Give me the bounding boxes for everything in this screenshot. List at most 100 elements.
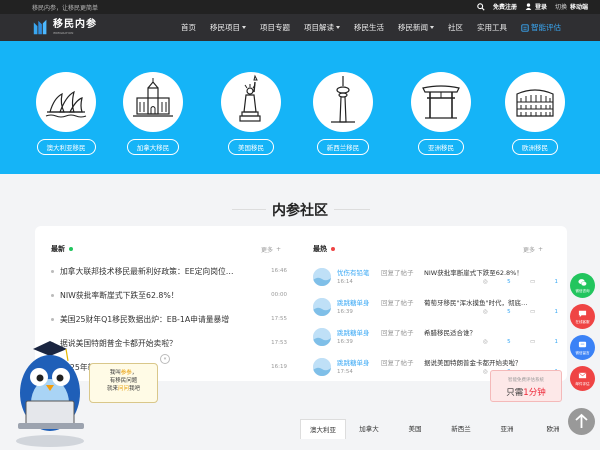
latest-list-item[interactable]: 加拿大联邦技术移民最新利好政策：EE定向岗位… 16:46: [51, 264, 287, 278]
views-icon: ◎: [483, 279, 488, 285]
post-time: 16:19: [271, 364, 287, 370]
category-label: 澳大利亚移民: [36, 139, 96, 155]
wechat-icon: [578, 278, 587, 289]
mascot-speech-bubble[interactable]: 我叫参参， 有移民问题 就来问问我吧: [89, 363, 158, 403]
site-slogan: 移民内参，让移民更简单: [32, 5, 99, 12]
float-button-label: 邮件评估: [575, 382, 590, 386]
chevron-down-icon: [430, 26, 434, 29]
post-stats: ◎ 5 ▭ 1: [483, 339, 558, 345]
avatar[interactable]: [313, 328, 331, 346]
country-tab[interactable]: 新西兰: [438, 419, 484, 439]
floating-contact-bar: 微信咨询在线客服微信留言邮件评估: [570, 273, 595, 391]
nav-item-label: 项目解读: [304, 23, 334, 32]
nav-item-label: 移民新闻: [398, 23, 428, 32]
post-title[interactable]: 据说美国特朗普金卡都开始卖啦？: [424, 357, 552, 367]
user-icon: [525, 3, 532, 10]
latest-header: 最新: [51, 244, 73, 254]
post-time: 16:39: [337, 309, 353, 315]
nav-item[interactable]: 移民新闻: [398, 22, 434, 33]
nav-item[interactable]: 移民生活: [354, 22, 384, 33]
country-tab[interactable]: 澳大利亚: [300, 419, 346, 439]
chat-icon: [578, 309, 587, 320]
post-time: 17:54: [337, 369, 353, 375]
nav-item[interactable]: 项目解读: [304, 22, 340, 33]
category-canada[interactable]: 加拿大移民: [120, 72, 186, 155]
hot-title: 最热: [313, 245, 327, 253]
category-new-zealand[interactable]: 新西兰移民: [310, 72, 376, 155]
float-button[interactable]: 微信咨询: [570, 273, 595, 298]
owl-mascot-icon: [16, 341, 84, 447]
float-button[interactable]: 在线客服: [570, 304, 595, 329]
statue-of-liberty-icon: [239, 74, 261, 122]
avatar[interactable]: [313, 358, 331, 376]
latest-list-item[interactable]: NIW获批率断崖式下跌至62.8%！ 00:00: [51, 288, 287, 302]
collapse-mascot-button[interactable]: «: [160, 354, 170, 364]
smart-assessment-link[interactable]: 智能评估: [521, 22, 561, 33]
site-logo[interactable]: 移民内参 IMMIGRATION: [32, 18, 97, 36]
latest-more-link[interactable]: 更多 +: [261, 245, 281, 254]
switch-mobile-link[interactable]: 切换 移动端: [555, 2, 588, 11]
avatar[interactable]: [313, 298, 331, 316]
post-title[interactable]: NIW获批率断崖式下跌至62.8%！: [424, 267, 552, 277]
nav-item[interactable]: 移民项目: [210, 22, 246, 33]
hot-more-link[interactable]: 更多 +: [523, 245, 543, 254]
nav-item-label: 社区: [448, 23, 463, 32]
post-title[interactable]: 希腊移民适合谁？: [424, 327, 552, 337]
post-title: 加拿大联邦技术移民最新利好政策：EE定向岗位…: [60, 266, 234, 276]
views-icon: ◎: [483, 309, 488, 315]
bullet: [51, 317, 54, 321]
float-button[interactable]: 微信留言: [570, 335, 595, 360]
bubble-text: 我吧: [129, 386, 141, 392]
bubble-text: ，: [131, 370, 138, 376]
hot-list-item[interactable]: 跳跳糖单身 回复了帖子 葡萄牙移民"浑水摸鱼"时代，彻底… 16:39 ◎ 5 ▭ 1: [313, 297, 563, 321]
nav-item[interactable]: 项目专题: [260, 22, 290, 33]
hot-list-item[interactable]: 跳跳糖单身 回复了帖子 希腊移民适合谁？ 16:39 ◎ 5 ▭ 1: [313, 327, 563, 351]
switch-label: 移动端: [569, 4, 588, 11]
country-tab[interactable]: 美国: [392, 419, 438, 439]
country-tab[interactable]: 加拿大: [346, 419, 392, 439]
category-usa[interactable]: 美国移民: [218, 72, 284, 155]
top-bar: 移民内参，让移民更简单 免费注册 登录 切换 移动端: [0, 0, 600, 14]
free-assessment-badge[interactable]: 智能免费评估系统 只需1分钟: [490, 370, 562, 402]
post-user[interactable]: 跳跳糖单身: [337, 327, 370, 337]
nav-item[interactable]: 首页: [181, 22, 196, 33]
avatar[interactable]: [313, 268, 331, 286]
latest-list-item[interactable]: 美国25财年Q1移民数据出炉：EB-1A申请量暴增 17:55: [51, 312, 287, 326]
search-button[interactable]: [477, 2, 485, 11]
category-australia[interactable]: 澳大利亚移民: [33, 72, 99, 155]
post-user[interactable]: 跳跳糖单身: [337, 357, 370, 367]
bubble-highlight: 问问: [117, 386, 129, 392]
section-title: 内参社区: [266, 203, 334, 219]
sydney-opera-house-icon: [45, 90, 87, 118]
canada-parliament-icon: [133, 78, 173, 117]
post-user[interactable]: 忧伤有铅笔: [337, 267, 370, 277]
comment-icon: ▭: [529, 279, 536, 285]
category-europe[interactable]: 欧洲移民: [502, 72, 568, 155]
back-to-top-button[interactable]: [568, 408, 595, 435]
nav-item[interactable]: 社区: [448, 22, 463, 33]
comments-count: 1: [554, 339, 559, 345]
login-link[interactable]: 登录: [525, 2, 547, 11]
arrow-up-icon: [575, 413, 588, 428]
post-title[interactable]: 葡萄牙移民"浑水摸鱼"时代，彻底…: [424, 297, 552, 307]
latest-title: 最新: [51, 245, 65, 253]
float-button[interactable]: 邮件评估: [570, 366, 595, 391]
post-time: 00:00: [271, 292, 287, 298]
category-label: 新西兰移民: [316, 139, 370, 155]
category-asia[interactable]: 亚洲移民: [408, 72, 474, 155]
float-button-label: 微信留言: [575, 351, 590, 355]
nav-item-label: 移民生活: [354, 23, 384, 32]
bullet: [51, 293, 54, 297]
hot-list-item[interactable]: 忧伤有铅笔 回复了帖子 NIW获批率断崖式下跌至62.8%！ 16:14 ◎ 5 ▭ 1: [313, 267, 563, 291]
message-icon: [578, 340, 587, 351]
post-user[interactable]: 跳跳糖单身: [337, 297, 370, 307]
plus-icon: +: [538, 246, 544, 253]
register-link[interactable]: 免费注册: [493, 2, 517, 11]
post-time: 17:53: [271, 340, 287, 346]
community-section-header: 内参社区: [0, 200, 600, 220]
promo-highlight: 1分钟: [523, 388, 546, 398]
country-tab[interactable]: 亚洲: [484, 419, 530, 439]
nav-item[interactable]: 实用工具: [477, 22, 507, 33]
europe-circle: [505, 72, 565, 132]
comments-count: 1: [554, 309, 559, 315]
